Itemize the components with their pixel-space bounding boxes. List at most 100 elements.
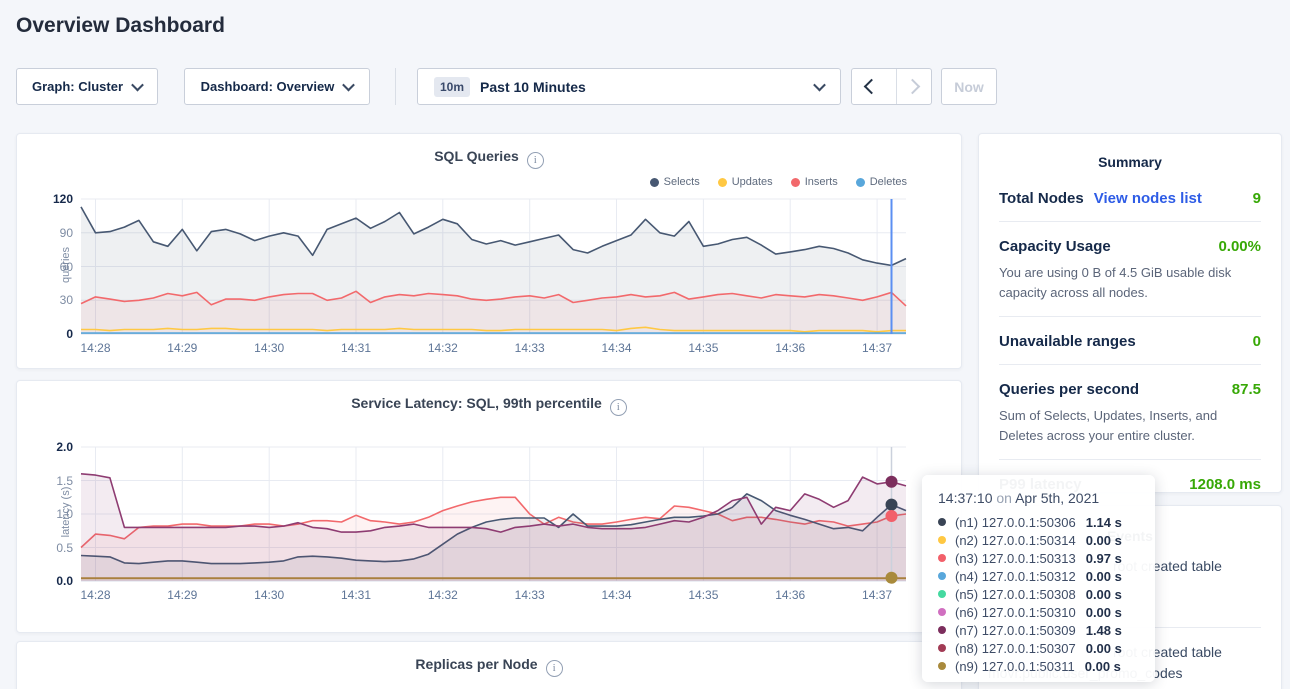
legend-label: Selects <box>664 176 700 188</box>
series-dot-icon <box>938 644 946 652</box>
x-axis-tick: 14:30 <box>243 588 295 602</box>
tooltip-node-address: (n7) 127.0.0.1:50309 <box>955 623 1076 638</box>
series-dot-icon <box>938 554 946 562</box>
x-axis-tick: 14:36 <box>764 341 816 355</box>
tooltip-date: Apr 5th, 2021 <box>1015 490 1099 506</box>
chart-hover-tooltip: 14:37:10 on Apr 5th, 2021 (n1) 127.0.0.1… <box>922 475 1155 682</box>
legend-item: Selects <box>650 176 700 188</box>
series-dot-icon <box>938 518 946 526</box>
unavailable-ranges-value: 0 <box>1253 333 1261 350</box>
tooltip-node-value: 0.97 s <box>1086 551 1122 566</box>
info-icon[interactable]: i <box>610 399 627 416</box>
series-dot-icon <box>938 608 946 616</box>
tooltip-node-address: (n9) 127.0.0.1:50311 <box>955 659 1075 674</box>
sql-queries-title: SQL Queries i <box>17 134 961 169</box>
tooltip-timestamp: 14:37:10 on Apr 5th, 2021 <box>938 490 1139 506</box>
x-axis-tick: 14:29 <box>156 588 208 602</box>
tooltip-row: (n2) 127.0.0.1:50314 0.00 s <box>938 531 1139 549</box>
sql-queries-title-text: SQL Queries <box>434 148 519 164</box>
series-dot-icon <box>938 626 946 634</box>
tooltip-row: (n5) 127.0.0.1:503080.00 s <box>938 585 1139 603</box>
tooltip-rows: (n1) 127.0.0.1:503061.14 s(n2) 127.0.0.1… <box>938 513 1139 675</box>
sql-queries-card: SQL Queries i Selects Updates Inserts Delete… <box>16 133 962 369</box>
unavailable-ranges-label: Unavailable ranges <box>999 333 1136 350</box>
tooltip-node-value: 0.00 s <box>1086 587 1122 602</box>
y-axis-tick: 120 <box>29 192 73 206</box>
toolbar-divider <box>395 68 396 105</box>
legend-label: Updates <box>732 176 773 188</box>
summary-row-unavailable-ranges: Unavailable ranges 0 <box>999 317 1261 365</box>
dashboard-dropdown[interactable]: Dashboard: Overview <box>184 68 370 105</box>
tooltip-row: (n1) 127.0.0.1:50306 1.14 s <box>938 513 1139 531</box>
service-latency-chart[interactable]: 0.00.51.01.52.014:2814:2914:3014:3114:32… <box>81 447 906 581</box>
page-title: Overview Dashboard <box>16 14 225 38</box>
tooltip-node-value: 0.00 s <box>1086 569 1122 584</box>
capacity-usage-value: 0.00% <box>1218 238 1261 255</box>
legend-item: Inserts <box>791 176 838 188</box>
time-window-badge: 10m <box>434 77 470 97</box>
service-latency-card: Service Latency: SQL, 99th percentilei 0… <box>16 380 962 633</box>
tooltip-node-value: 1.48 s <box>1086 623 1122 638</box>
total-nodes-value: 9 <box>1253 190 1261 207</box>
now-button[interactable]: Now <box>941 68 997 105</box>
chevron-left-icon <box>863 79 879 95</box>
tooltip-node-address: (n8) 127.0.0.1:50307 <box>955 641 1076 656</box>
time-back-button[interactable] <box>852 69 886 104</box>
replicas-per-node-card: Replicas per Node i <box>16 641 962 689</box>
time-forward-button[interactable] <box>896 69 931 104</box>
tooltip-node-address: (n2) 127.0.0.1:50314 <box>955 533 1076 548</box>
x-axis-tick: 14:36 <box>764 588 816 602</box>
y-axis-tick: 0 <box>29 327 73 341</box>
qps-value: 87.5 <box>1232 381 1261 398</box>
time-nav-group <box>851 68 932 105</box>
chevron-down-icon <box>131 79 144 92</box>
p99-latency-value: 1208.0 ms <box>1189 476 1261 493</box>
tooltip-node-value: 0.00 s <box>1086 533 1122 548</box>
replicas-per-node-title: Replicas per Node i <box>17 642 961 677</box>
x-axis-tick: 14:35 <box>677 341 729 355</box>
x-axis-tick: 14:37 <box>851 588 903 602</box>
legend-label: Inserts <box>805 176 838 188</box>
x-axis-tick: 14:31 <box>330 341 382 355</box>
summary-title: Summary <box>979 134 1281 174</box>
tooltip-row: (n3) 127.0.0.1:50313 0.97 s <box>938 549 1139 567</box>
time-window-label: Past 10 Minutes <box>480 79 586 95</box>
tooltip-node-address: (n1) 127.0.0.1:50306 <box>955 515 1076 530</box>
legend-item: Updates <box>718 176 773 188</box>
legend-dot-icon <box>718 178 727 187</box>
x-axis-tick: 14:31 <box>330 588 382 602</box>
tooltip-time: 14:37:10 <box>938 490 993 506</box>
info-icon[interactable]: i <box>546 660 563 677</box>
x-axis-tick: 14:34 <box>591 588 643 602</box>
summary-panel: Summary Total Nodes View nodes list 9 Ca… <box>978 133 1282 493</box>
y-axis-label: latency (s) <box>60 477 72 547</box>
summary-row-total-nodes: Total Nodes View nodes list 9 <box>999 174 1261 222</box>
legend-item: Deletes <box>856 176 907 188</box>
x-axis-tick: 14:30 <box>243 341 295 355</box>
tooltip-row: (n6) 127.0.0.1:503100.00 s <box>938 603 1139 621</box>
graph-scope-dropdown[interactable]: Graph: Cluster <box>16 68 158 105</box>
now-button-label: Now <box>954 79 984 95</box>
tooltip-node-value: 0.00 s <box>1086 641 1122 656</box>
legend-dot-icon <box>791 178 800 187</box>
legend-dot-icon <box>856 178 865 187</box>
tooltip-row: (n9) 127.0.0.1:50311 0.00 s <box>938 657 1139 675</box>
replicas-per-node-title-text: Replicas per Node <box>415 656 537 672</box>
total-nodes-label: Total Nodes <box>999 190 1084 207</box>
x-axis-tick: 14:29 <box>156 341 208 355</box>
time-window-dropdown[interactable]: 10m Past 10 Minutes <box>417 68 841 105</box>
tooltip-row: (n4) 127.0.0.1:503120.00 s <box>938 567 1139 585</box>
info-icon[interactable]: i <box>527 152 544 169</box>
x-axis-tick: 14:35 <box>677 588 729 602</box>
tooltip-node-value: 0.00 s <box>1085 659 1121 674</box>
sql-queries-chart[interactable]: 030609012014:2814:2914:3014:3114:3214:33… <box>81 199 906 334</box>
tooltip-node-address: (n3) 127.0.0.1:50313 <box>955 551 1076 566</box>
view-nodes-list-link[interactable]: View nodes list <box>1094 190 1202 207</box>
chevron-right-icon <box>904 79 920 95</box>
y-axis-tick: 2.0 <box>29 440 73 454</box>
tooltip-node-value: 1.14 s <box>1086 515 1122 530</box>
legend-dot-icon <box>650 178 659 187</box>
tooltip-row: (n7) 127.0.0.1:50309 1.48 s <box>938 621 1139 639</box>
qps-desc: Sum of Selects, Updates, Inserts, and De… <box>999 406 1261 445</box>
series-dot-icon <box>938 572 946 580</box>
